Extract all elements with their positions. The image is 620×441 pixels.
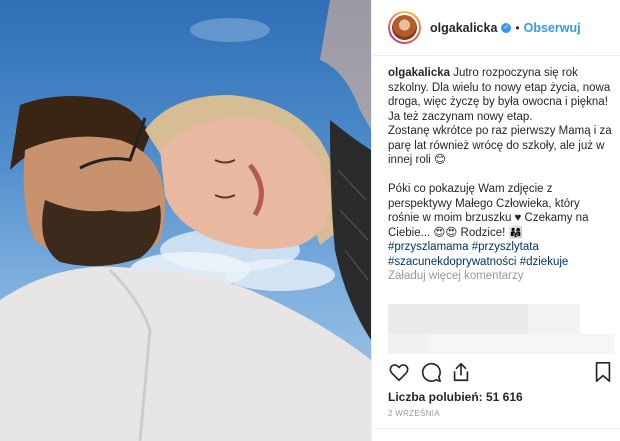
verified-badge-icon: ✓ <box>501 22 512 33</box>
post-header: olgakalicka ✓ • Obserwuj <box>372 0 620 56</box>
hashtag-link[interactable]: #przyszlamama <box>388 241 469 253</box>
caption-paragraph-1: olgakalicka Jutro rozpoczyna się rok szk… <box>388 66 614 110</box>
load-more-comments-button[interactable]: Załaduj więcej komentarzy <box>388 269 614 284</box>
post-date[interactable]: 2 WRZEŚNIA <box>388 409 440 418</box>
comment-icon[interactable] <box>420 361 442 383</box>
avatar[interactable] <box>388 11 421 44</box>
caption-text-3: Zostanę wkrótce po raz pierwszy Mamą i z… <box>388 125 612 166</box>
blurred-comment <box>388 334 428 354</box>
likes-count[interactable]: Liczba polubień: 51 616 <box>388 390 523 404</box>
hashtag-link[interactable]: #dziekuje <box>520 256 569 268</box>
post-photo[interactable] <box>0 0 371 441</box>
caption-text-2: Ja też zaczynam nowy etap. <box>388 110 533 123</box>
post-side-panel: olgakalicka ✓ • Obserwuj olgakalicka Jut… <box>371 0 620 441</box>
follow-button[interactable]: Obserwuj <box>524 21 581 35</box>
blurred-comment <box>428 334 614 354</box>
heart-icon[interactable] <box>388 361 410 383</box>
instagram-post: olgakalicka ✓ • Obserwuj olgakalicka Jut… <box>0 0 620 441</box>
header-separator: • <box>515 20 520 35</box>
bookmark-icon[interactable] <box>592 361 614 383</box>
caption-owner-link[interactable]: olgakalicka <box>388 67 450 79</box>
hashtag-link[interactable]: #szacunekdoprywatności <box>388 256 517 268</box>
username-link[interactable]: olgakalicka <box>430 21 497 35</box>
post-actions <box>388 361 614 385</box>
avatar-image <box>390 13 419 42</box>
blurred-comment <box>528 304 580 334</box>
share-icon[interactable] <box>450 361 472 383</box>
hashtags: #przyszlamama #przyszlytata #szacunekdop… <box>388 240 614 269</box>
caption: olgakalicka Jutro rozpoczyna się rok szk… <box>388 66 614 284</box>
caption-text-4: Póki co pokazuję Wam zdjęcie z perspekty… <box>388 183 589 239</box>
add-comment-bar[interactable] <box>372 428 620 441</box>
hashtag-link[interactable]: #przyszlytata <box>472 241 539 253</box>
blurred-comment <box>388 304 528 334</box>
selfie-photo <box>0 0 371 441</box>
